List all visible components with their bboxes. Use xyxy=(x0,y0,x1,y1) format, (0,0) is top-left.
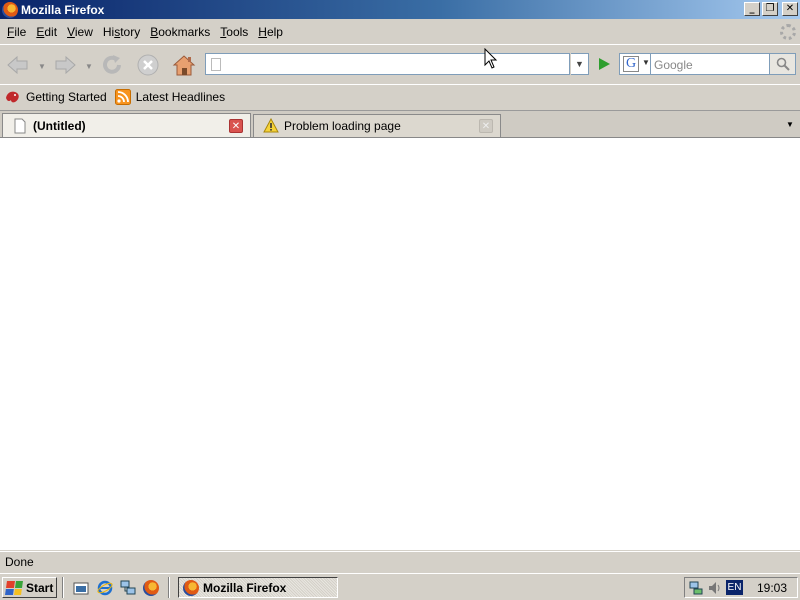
internet-explorer-button[interactable] xyxy=(96,579,114,597)
bookmark-getting-started[interactable]: Getting Started xyxy=(5,89,107,105)
back-icon xyxy=(7,55,28,75)
menu-tools[interactable]: Tools xyxy=(215,22,253,42)
window-controls: _ ❐ ✕ xyxy=(744,2,798,16)
menu-help-label: elp xyxy=(266,24,283,39)
page-favicon-icon xyxy=(211,58,221,71)
forward-history-dropdown[interactable]: ▼ xyxy=(85,62,93,71)
title-bar[interactable]: Mozilla Firefox _ ❐ ✕ xyxy=(0,0,800,19)
window-title: Mozilla Firefox xyxy=(21,2,105,17)
search-bar: G ▼ xyxy=(619,53,796,75)
show-desktop-icon xyxy=(73,582,89,595)
blank-page-icon xyxy=(14,118,26,133)
menu-bookmarks-label: ookmarks xyxy=(158,24,211,39)
start-label: Start xyxy=(26,580,54,595)
rss-feed-icon xyxy=(114,89,131,105)
network-icon xyxy=(120,580,136,595)
bookmark-latest-headlines[interactable]: Latest Headlines xyxy=(114,89,226,105)
menu-view-accesskey: V xyxy=(67,24,75,39)
clock: 19:03 xyxy=(756,580,787,595)
menu-edit-label: dit xyxy=(44,24,58,39)
forward-button[interactable] xyxy=(52,52,78,78)
bookmark-label: Getting Started xyxy=(26,90,107,104)
stop-button[interactable] xyxy=(135,52,161,78)
close-tab-button[interactable]: ✕ xyxy=(479,119,493,133)
menu-view-label: iew xyxy=(74,24,93,39)
show-desktop-button[interactable] xyxy=(72,579,90,597)
tab-label: Problem loading page xyxy=(284,119,401,133)
url-input[interactable] xyxy=(226,56,566,72)
reload-button[interactable] xyxy=(99,52,125,78)
taskbar-separator xyxy=(62,577,64,598)
firefox-icon xyxy=(143,580,159,596)
status-text: Done xyxy=(5,555,34,569)
bookmarks-toolbar: Getting Started Latest Headlines xyxy=(0,84,800,109)
menu-help[interactable]: Help xyxy=(253,22,288,42)
home-button[interactable] xyxy=(171,52,197,78)
status-bar: Done xyxy=(0,551,800,572)
warning-icon xyxy=(263,118,279,133)
firefox-icon xyxy=(183,579,199,596)
menu-history-label: tory xyxy=(120,24,141,39)
location-bar: ▼ xyxy=(205,53,611,75)
language-indicator[interactable]: EN xyxy=(726,580,743,595)
page-content[interactable] xyxy=(0,137,800,550)
menu-bar: File Edit View History Bookmarks Tools H… xyxy=(0,20,800,43)
tab-untitled[interactable]: (Untitled) ✕ xyxy=(2,113,251,137)
windows-logo-icon xyxy=(5,580,23,595)
network-places-button[interactable] xyxy=(119,579,137,597)
close-tab-button[interactable]: ✕ xyxy=(229,118,243,133)
go-button[interactable] xyxy=(593,53,615,75)
forward-icon xyxy=(55,55,76,75)
menu-history-label-pre: Hi xyxy=(102,24,115,39)
windows-taskbar: Start Mozilla Firefox EN 19:03 xyxy=(0,573,800,600)
search-engine-selector[interactable]: G ▼ xyxy=(619,53,651,75)
menu-history[interactable]: History xyxy=(98,22,145,42)
engine-dropdown-icon: ▼ xyxy=(642,58,650,67)
restore-button[interactable]: ❐ xyxy=(762,2,778,16)
taskbar-item-label: Mozilla Firefox xyxy=(203,580,287,595)
back-history-dropdown[interactable]: ▼ xyxy=(38,62,46,71)
google-engine-icon: G xyxy=(623,56,639,72)
url-history-dropdown[interactable]: ▼ xyxy=(571,53,589,75)
mouse-cursor-icon xyxy=(484,48,498,69)
speaker-icon xyxy=(709,581,720,594)
menu-file-label: ile xyxy=(14,24,27,39)
search-field-box xyxy=(650,53,770,75)
menu-bookmarks[interactable]: Bookmarks xyxy=(145,22,215,42)
start-button[interactable]: Start xyxy=(2,577,57,598)
firefox-bookmark-icon xyxy=(6,91,19,103)
search-input[interactable] xyxy=(654,57,766,72)
back-button[interactable] xyxy=(5,52,31,78)
stop-icon xyxy=(137,54,159,76)
tab-list-dropdown[interactable]: ▼ xyxy=(782,114,798,136)
go-arrow-icon xyxy=(599,58,610,70)
menu-help-accesskey: H xyxy=(258,24,267,39)
search-button[interactable] xyxy=(769,53,796,75)
url-field-box xyxy=(205,53,570,75)
menu-file[interactable]: File xyxy=(2,22,31,42)
firefox-quicklaunch-button[interactable] xyxy=(142,579,160,597)
navigation-toolbar: ▼ ▼ ▼ G ▼ xyxy=(0,44,800,82)
tab-label: (Untitled) xyxy=(33,118,86,133)
taskbar-item-firefox[interactable]: Mozilla Firefox xyxy=(178,577,338,598)
throbber-icon xyxy=(780,24,796,40)
taskbar-separator xyxy=(168,577,170,598)
minimize-button[interactable]: _ xyxy=(744,2,760,16)
home-icon xyxy=(172,55,196,76)
bookmark-label: Latest Headlines xyxy=(135,90,226,104)
menu-tools-label: ools xyxy=(226,24,249,39)
menu-view[interactable]: View xyxy=(62,22,98,42)
system-tray: EN 19:03 xyxy=(684,577,798,598)
close-button[interactable]: ✕ xyxy=(782,2,798,16)
reload-icon xyxy=(103,55,121,74)
tab-strip: (Untitled) ✕ Problem loading page ✕ ▼ xyxy=(0,110,800,137)
internet-explorer-icon xyxy=(97,580,113,596)
search-icon xyxy=(776,57,790,71)
volume-icon[interactable] xyxy=(707,580,723,596)
firefox-logo-icon xyxy=(2,1,18,18)
network-status-icon[interactable] xyxy=(688,580,704,596)
tab-problem-loading-page[interactable]: Problem loading page ✕ xyxy=(253,114,501,137)
network-tray-icon xyxy=(689,581,703,594)
menu-edit[interactable]: Edit xyxy=(31,22,62,42)
